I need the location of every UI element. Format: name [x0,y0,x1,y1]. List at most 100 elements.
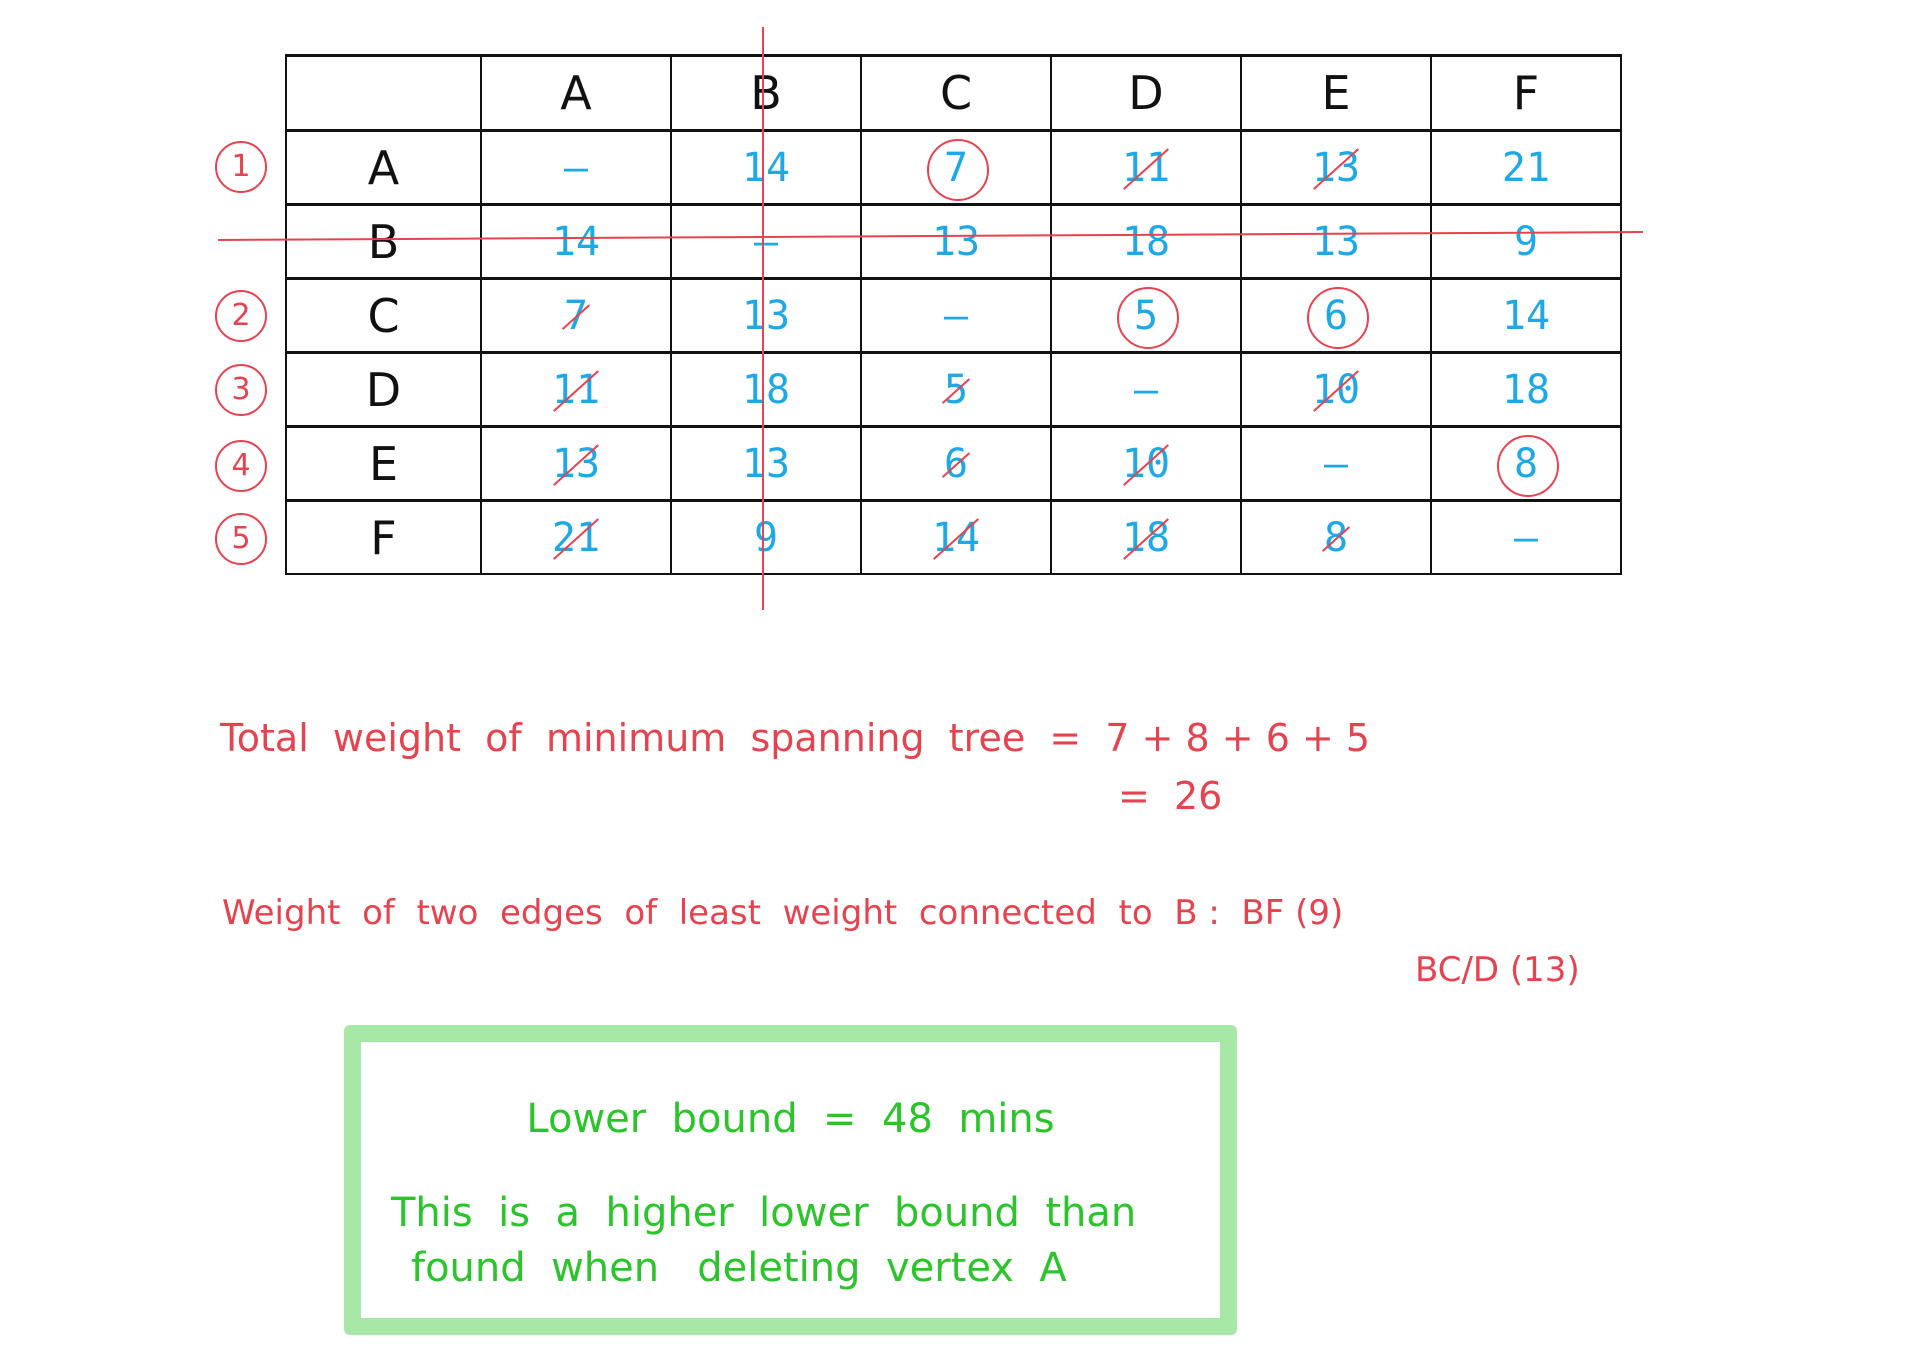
cell-ba: 14 [480,203,672,280]
cell-ff: — [1430,499,1622,575]
cell-bf: 9 [1430,203,1622,280]
edge-weight: 9 [1513,218,1539,265]
edge-weight: — [1133,366,1159,413]
step-marker-1: 1 [215,141,267,193]
cell-cc: — [860,277,1052,354]
cell-dd: — [1050,351,1242,428]
rejected-edge-weight: 14 [931,514,981,561]
column-header-d: D [1050,54,1242,132]
rejected-edge-weight: 8 [1323,514,1349,561]
column-header-c: C [860,54,1052,132]
rejected-edge-weight: 6 [943,440,969,487]
cell-bc: 13 [860,203,1052,280]
cell-dc: 5 [860,351,1052,428]
lower-bound-result: Lower bound = 48 mins [526,1096,1055,1142]
cell-ea: 13 [480,425,672,502]
row-header-f: F [285,499,482,575]
step-marker-5: 5 [215,513,267,565]
column-header-e: E [1240,54,1432,132]
rejected-edge-weight: 7 [563,292,589,339]
corner-cell [285,54,482,132]
edge-weight: 18 [1501,366,1551,413]
cell-aa: — [480,129,672,206]
rejected-edge-weight: 10 [1311,366,1361,413]
row-header-a: A [285,129,482,206]
edge-weight: 21 [1501,144,1551,191]
cell-af: 21 [1430,129,1622,206]
selected-edge-weight: 7 [926,138,990,201]
edge-weight: 9 [753,514,779,561]
row-header-e: E [285,425,482,502]
cell-fa: 21 [480,499,672,575]
row-label: F [370,510,397,565]
cell-eb: 13 [670,425,862,502]
table-row-c: C 7 13 — 5 6 14 [285,277,1622,354]
row-label: C [367,288,400,343]
edge-weight: 14 [551,218,601,265]
row-label: B [367,214,400,269]
cell-ac: 7 [860,129,1052,206]
row-label: D [365,362,402,417]
edge-weight: — [753,218,779,265]
table-header-row: A B C D E F [285,54,1622,132]
edge-weight: — [563,144,589,191]
rejected-edge-weight: 11 [1121,144,1171,191]
least-edges-second: BC/D (13) [1415,950,1580,990]
cell-ce: 6 [1240,277,1432,354]
cell-fe: 8 [1240,499,1432,575]
cell-cb: 13 [670,277,862,354]
cell-bb: — [670,203,862,280]
step-marker-3: 3 [215,364,267,416]
row-label: A [367,140,400,195]
comparison-note-line2: found when deleting vertex A [411,1245,1067,1291]
cell-ae: 13 [1240,129,1432,206]
cell-ad: 11 [1050,129,1242,206]
edge-weight: 13 [931,218,981,265]
cell-ed: 10 [1050,425,1242,502]
cell-de: 10 [1240,351,1432,428]
edge-weight: 13 [741,292,791,339]
cell-da: 11 [480,351,672,428]
edge-weight: — [1513,514,1539,561]
edge-weight: — [1323,440,1349,487]
cell-db: 18 [670,351,862,428]
cell-ca: 7 [480,277,672,354]
rejected-edge-weight: 18 [1121,514,1171,561]
edge-weight: 18 [1121,218,1171,265]
row-header-b: B [285,203,482,280]
rejected-edge-weight: 10 [1121,440,1171,487]
cell-df: 18 [1430,351,1622,428]
table-row-b: B 14 — 13 18 13 9 [285,203,1622,280]
least-edges-line: Weight of two edges of least weight conn… [222,893,1344,933]
conclusion-box: Lower bound = 48 mins This is a higher l… [344,1025,1237,1335]
rejected-edge-weight: 5 [943,366,969,413]
edge-weight: 14 [1501,292,1551,339]
cell-cd: 5 [1050,277,1242,354]
row-label: E [368,436,399,491]
rejected-edge-weight: 11 [551,366,601,413]
mst-total-line: Total weight of minimum spanning tree = … [220,716,1371,760]
cell-fc: 14 [860,499,1052,575]
cell-fb: 9 [670,499,862,575]
cell-be: 13 [1240,203,1432,280]
column-header-a: A [480,54,672,132]
cell-fd: 18 [1050,499,1242,575]
selected-edge-weight: 8 [1496,434,1560,497]
row-header-c: C [285,277,482,354]
rejected-edge-weight: 13 [551,440,601,487]
column-header-f: F [1430,54,1622,132]
cell-ab: 14 [670,129,862,206]
table-row-e: E 13 13 6 10 — 8 [285,425,1622,502]
edge-weight: 18 [741,366,791,413]
edge-weight: 13 [741,440,791,487]
edge-weight: 13 [1311,218,1361,265]
cell-ee: — [1240,425,1432,502]
distance-matrix-table: A B C D E F A —14 7 11 13 21 B 14—13 18 13 9 C 7 13—5… [285,54,1622,575]
edge-weight: — [943,292,969,339]
delete-column-b-line [762,27,764,610]
selected-edge-weight: 6 [1306,286,1370,349]
cell-ef: 8 [1430,425,1622,502]
rejected-edge-weight: 21 [551,514,601,561]
cell-bd: 18 [1050,203,1242,280]
row-header-d: D [285,351,482,428]
